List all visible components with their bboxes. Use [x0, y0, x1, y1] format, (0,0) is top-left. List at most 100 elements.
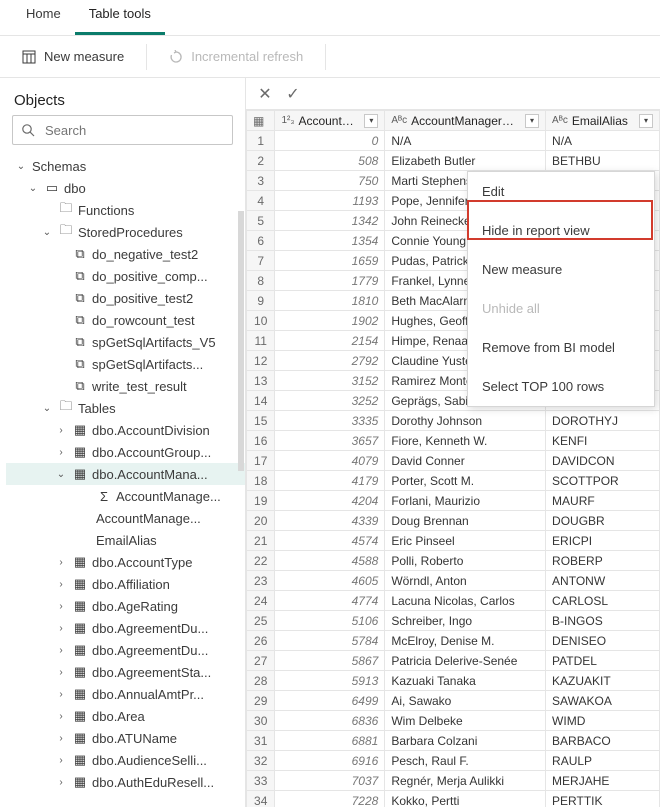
- cell-id[interactable]: 4204: [275, 491, 385, 511]
- row-header[interactable]: 30: [247, 711, 275, 731]
- scrollbar-thumb[interactable]: [238, 211, 244, 471]
- table-row[interactable]: 2508Elizabeth ButlerBETHBU: [247, 151, 660, 171]
- cell-name[interactable]: Eric Pinseel: [385, 531, 546, 551]
- chevron-down-icon[interactable]: ▾: [364, 114, 378, 128]
- row-header[interactable]: 31: [247, 731, 275, 751]
- cm-select-top-100[interactable]: Select TOP 100 rows: [468, 367, 654, 406]
- table-row[interactable]: 285913Kazuaki TanakaKAZUAKIT: [247, 671, 660, 691]
- cell-id[interactable]: 6916: [275, 751, 385, 771]
- row-header[interactable]: 34: [247, 791, 275, 807]
- cell-email[interactable]: DOROTHYJ: [546, 411, 660, 431]
- commit-icon[interactable]: ✓: [280, 82, 306, 106]
- cell-id[interactable]: 4605: [275, 571, 385, 591]
- row-header[interactable]: 25: [247, 611, 275, 631]
- cell-id[interactable]: 1779: [275, 271, 385, 291]
- row-header[interactable]: 21: [247, 531, 275, 551]
- row-header[interactable]: 8: [247, 271, 275, 291]
- chevron-down-icon[interactable]: ▾: [639, 114, 653, 128]
- cell-id[interactable]: 1354: [275, 231, 385, 251]
- row-header[interactable]: 13: [247, 371, 275, 391]
- row-header[interactable]: 4: [247, 191, 275, 211]
- table-row[interactable]: 214574Eric PinseelERICPI: [247, 531, 660, 551]
- cell-email[interactable]: DOUGBR: [546, 511, 660, 531]
- cell-id[interactable]: 3335: [275, 411, 385, 431]
- cell-email[interactable]: BARBACO: [546, 731, 660, 751]
- search-box[interactable]: [12, 115, 233, 145]
- tree-table-item[interactable]: ›▦dbo.AgreementDu...: [6, 639, 245, 661]
- row-header[interactable]: 17: [247, 451, 275, 471]
- cell-name[interactable]: Fiore, Kenneth W.: [385, 431, 546, 451]
- table-row[interactable]: 244774Lacuna Nicolas, CarlosCARLOSL: [247, 591, 660, 611]
- cell-name[interactable]: David Conner: [385, 451, 546, 471]
- cell-id[interactable]: 4179: [275, 471, 385, 491]
- object-tree[interactable]: ⌄Schemas ⌄▭dbo 🗀Functions ⌄🗀StoredProced…: [0, 153, 245, 793]
- cell-email[interactable]: MAURF: [546, 491, 660, 511]
- table-row[interactable]: 316881Barbara ColzaniBARBACO: [247, 731, 660, 751]
- row-header[interactable]: 5: [247, 211, 275, 231]
- tree-table-accountmanager[interactable]: ⌄▦dbo.AccountMana...: [6, 463, 245, 485]
- tree-column-item[interactable]: AccountManage...: [6, 507, 245, 529]
- tree-sp-item[interactable]: ⧉do_positive_test2: [6, 287, 245, 309]
- table-row[interactable]: 174079David ConnerDAVIDCON: [247, 451, 660, 471]
- cell-name[interactable]: Regnér, Merja Aulikki: [385, 771, 546, 791]
- tree-table-item[interactable]: ›▦dbo.AnnualAmtPr...: [6, 683, 245, 705]
- cell-name[interactable]: McElroy, Denise M.: [385, 631, 546, 651]
- cell-id[interactable]: 6836: [275, 711, 385, 731]
- cell-name[interactable]: Pesch, Raul F.: [385, 751, 546, 771]
- table-row[interactable]: 204339Doug BrennanDOUGBR: [247, 511, 660, 531]
- row-header[interactable]: 9: [247, 291, 275, 311]
- row-header[interactable]: 28: [247, 671, 275, 691]
- row-header[interactable]: 23: [247, 571, 275, 591]
- table-row[interactable]: 224588Polli, RobertoROBERP: [247, 551, 660, 571]
- row-header[interactable]: 19: [247, 491, 275, 511]
- table-row[interactable]: 265784McElroy, Denise M.DENISEO: [247, 631, 660, 651]
- tree-table-item[interactable]: ›▦dbo.AgreementDu...: [6, 617, 245, 639]
- incremental-refresh-button[interactable]: Incremental refresh: [159, 43, 313, 70]
- row-header[interactable]: 11: [247, 331, 275, 351]
- cell-id[interactable]: 2154: [275, 331, 385, 351]
- cell-id[interactable]: 7228: [275, 791, 385, 807]
- table-row[interactable]: 10N/AN/A: [247, 131, 660, 151]
- tree-table-item[interactable]: ›▦dbo.Area: [6, 705, 245, 727]
- table-row[interactable]: 234605Wörndl, AntonANTONW: [247, 571, 660, 591]
- table-row[interactable]: 326916Pesch, Raul F.RAULP: [247, 751, 660, 771]
- tree-sp-item[interactable]: ⧉do_negative_test2: [6, 243, 245, 265]
- cell-email[interactable]: KENFI: [546, 431, 660, 451]
- cell-email[interactable]: WIMD: [546, 711, 660, 731]
- cell-id[interactable]: 1193: [275, 191, 385, 211]
- tree-tables[interactable]: ⌄🗀Tables: [6, 397, 245, 419]
- cell-id[interactable]: 4079: [275, 451, 385, 471]
- table-row[interactable]: 184179Porter, Scott M.SCOTTPOR: [247, 471, 660, 491]
- cell-id[interactable]: 3152: [275, 371, 385, 391]
- cell-name[interactable]: N/A: [385, 131, 546, 151]
- corner-cell[interactable]: ▦: [247, 111, 275, 131]
- cell-id[interactable]: 6499: [275, 691, 385, 711]
- cell-id[interactable]: 4339: [275, 511, 385, 531]
- cell-name[interactable]: Wim Delbeke: [385, 711, 546, 731]
- cell-email[interactable]: PERTTIK: [546, 791, 660, 807]
- row-header[interactable]: 3: [247, 171, 275, 191]
- cell-id[interactable]: 7037: [275, 771, 385, 791]
- cm-remove-from-bi-model[interactable]: Remove from BI model: [468, 328, 654, 367]
- cell-id[interactable]: 5784: [275, 631, 385, 651]
- row-header[interactable]: 6: [247, 231, 275, 251]
- cell-name[interactable]: Polli, Roberto: [385, 551, 546, 571]
- tree-schemas[interactable]: ⌄Schemas: [6, 155, 245, 177]
- row-header[interactable]: 12: [247, 351, 275, 371]
- cell-id[interactable]: 508: [275, 151, 385, 171]
- cell-email[interactable]: CARLOSL: [546, 591, 660, 611]
- tree-table-item[interactable]: ›▦dbo.AuthEduResell...: [6, 771, 245, 793]
- cell-id[interactable]: 3657: [275, 431, 385, 451]
- row-header[interactable]: 16: [247, 431, 275, 451]
- cell-name[interactable]: Dorothy Johnson: [385, 411, 546, 431]
- tree-table-item[interactable]: ›▦dbo.AgreementSta...: [6, 661, 245, 683]
- table-row[interactable]: 153335Dorothy JohnsonDOROTHYJ: [247, 411, 660, 431]
- table-row[interactable]: 337037Regnér, Merja AulikkiMERJAHE: [247, 771, 660, 791]
- row-header[interactable]: 14: [247, 391, 275, 411]
- cell-email[interactable]: ANTONW: [546, 571, 660, 591]
- column-header-name[interactable]: Aᴮc AccountManagerName ▾: [385, 111, 546, 131]
- cell-id[interactable]: 1810: [275, 291, 385, 311]
- tree-sp-item[interactable]: ⧉do_positive_comp...: [6, 265, 245, 287]
- cell-id[interactable]: 0: [275, 131, 385, 151]
- cell-email[interactable]: KAZUAKIT: [546, 671, 660, 691]
